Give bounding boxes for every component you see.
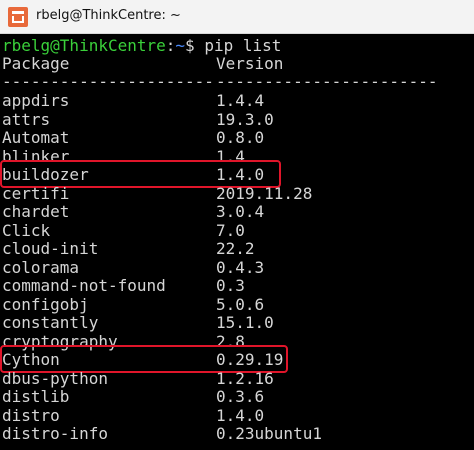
package-version: 0.8.0 xyxy=(216,128,265,147)
package-version: 2019.11.28 xyxy=(216,183,313,203)
window-titlebar: rbelg@ThinkCentre: ~ xyxy=(0,0,474,34)
package-name: constantly xyxy=(2,313,99,332)
package-version: 15.1.0 xyxy=(216,313,274,332)
package-row: distlib 0.3.6 xyxy=(2,387,264,406)
prompt-separator: : xyxy=(165,36,176,55)
package-row: Automat 0.8.0 xyxy=(2,128,264,147)
package-name: attrs xyxy=(2,109,51,129)
package-name: configobj xyxy=(2,294,89,314)
package-version: 5.0.6 xyxy=(216,294,265,314)
package-row: colorama 0.4.3 xyxy=(2,257,264,277)
package-version: 0.4.3 xyxy=(216,257,265,277)
package-row: appdirs 1.4.4 xyxy=(2,91,264,110)
package-version: 0.23ubuntu1 xyxy=(216,424,322,443)
package-name: Click xyxy=(2,220,51,240)
package-version: 19.3.0 xyxy=(216,109,274,129)
package-row: dbus-python 1.2.16 xyxy=(2,368,274,388)
package-row: attrs 19.3.0 xyxy=(2,109,274,129)
package-name: certifi xyxy=(2,183,70,203)
terminal-output[interactable]: rbelg@ThinkCentre:~$ pip list Package Ver… xyxy=(0,34,474,450)
window-title: rbelg@ThinkCentre: ~ xyxy=(36,8,181,23)
package-row: command-not-found 0.3 xyxy=(2,276,245,295)
package-name: colorama xyxy=(2,257,80,277)
package-version: 22.2 xyxy=(216,239,255,258)
package-row: constantly 15.1.0 xyxy=(2,313,274,332)
package-name: distro xyxy=(2,405,60,425)
package-name: command-not-found xyxy=(2,276,166,295)
package-version: 0.3 xyxy=(216,276,245,295)
package-name: distlib xyxy=(2,387,70,406)
table-header: Package Version xyxy=(2,54,283,73)
terminal-app-icon xyxy=(8,7,28,27)
package-name: dbus-python xyxy=(2,368,108,388)
package-row: configobj 5.0.6 xyxy=(2,294,264,314)
package-version: 0.3.6 xyxy=(216,387,265,406)
package-row: certifi 2019.11.28 xyxy=(2,183,312,203)
package-version: 1.2.16 xyxy=(216,368,274,388)
prompt-user: rbelg@ThinkCentre xyxy=(2,36,166,55)
package-name: chardet xyxy=(2,202,70,221)
package-row: distro 1.4.0 xyxy=(2,405,264,425)
package-row: cloud-init 22.2 xyxy=(2,239,255,258)
package-version: 7.0 xyxy=(216,220,245,240)
table-separator: ---------------------- ------------------… xyxy=(2,72,438,91)
package-row: distro-info 0.23ubuntu1 xyxy=(2,424,322,443)
header-package: Package xyxy=(2,54,70,73)
separator-package: ---------------------- xyxy=(2,72,214,91)
package-version: 1.4.4 xyxy=(216,91,265,110)
prompt-symbol: $ xyxy=(185,36,195,55)
package-name: cloud-init xyxy=(2,239,99,258)
command-text: pip list xyxy=(194,36,282,55)
prompt-path: ~ xyxy=(175,36,186,55)
header-version: Version xyxy=(216,54,284,73)
package-row: Click 7.0 xyxy=(2,220,245,240)
separator-version: ----------------------- xyxy=(216,72,438,91)
package-name: appdirs xyxy=(2,91,70,110)
package-version: 3.0.4 xyxy=(216,202,265,221)
package-version: 1.4.0 xyxy=(216,405,265,425)
package-row: chardet 3.0.4 xyxy=(2,202,264,221)
package-name: Automat xyxy=(2,128,70,147)
package-name: distro-info xyxy=(2,424,108,443)
command-line: rbelg@ThinkCentre:~$ pip list xyxy=(2,36,281,55)
